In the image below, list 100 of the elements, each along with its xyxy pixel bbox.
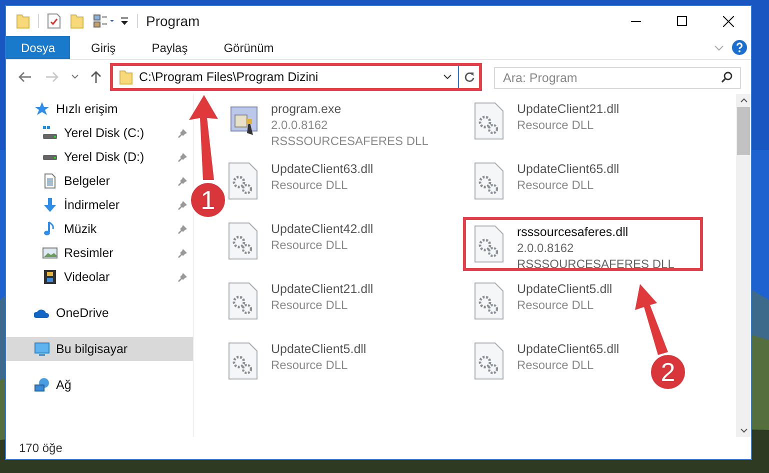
forward-icon[interactable] [45,71,59,83]
scrollbar[interactable] [736,94,751,437]
window-title: Program [146,12,200,31]
maximize-icon [677,16,687,26]
item-count: 170 öğe [19,440,62,457]
pin-icon[interactable] [178,248,187,258]
download-icon [42,197,58,213]
network-icon [34,377,50,393]
file-detail: Resource DLL [271,177,349,193]
dropdown-icon[interactable] [443,74,452,80]
sidebar-label: OneDrive [56,304,109,322]
film-icon [42,269,58,285]
star-icon [34,101,50,117]
annotation-arrow [635,284,668,355]
sidebar-label: İndirmeler [64,196,120,214]
file-name: UpdateClient21.dll [517,101,620,117]
pin-icon[interactable] [178,224,187,234]
help-icon[interactable] [732,40,747,55]
file-name: UpdateClient5.dll [271,341,366,357]
recent-locations-icon[interactable] [71,74,79,80]
properties-icon[interactable] [47,13,61,29]
file-name: program.exe [271,101,342,117]
sidebar-label: Yerel Disk (D:) [64,148,144,166]
file-name: UpdateClient5.dll [517,281,612,297]
sidebar-label: Bu bilgisayar [56,340,128,358]
sidebar-item[interactable]: Videolar [6,265,193,289]
pin-icon[interactable] [178,200,187,210]
file-name: UpdateClient21.dll [271,281,374,297]
file-item[interactable]: program.exe 2.0.0.8162 RSSSOURCESAFERES DLL [223,97,432,151]
sidebar-item[interactable]: Yerel Disk (C:) [6,121,193,145]
ribbon-tab[interactable]: Görünüm [208,36,289,59]
step-badge: 2 [649,353,687,391]
file-detail: RSSSOURCESAFERES DLL [517,256,674,272]
sidebar-label: Müzik [64,220,97,238]
scroll-down-icon[interactable] [740,428,748,433]
document-icon [42,173,58,189]
new-folder-icon[interactable] [70,13,84,29]
sidebar-item[interactable]: Ağ [6,373,193,397]
sidebar-item[interactable]: OneDrive [6,301,193,325]
up-icon[interactable] [90,70,102,84]
step-badge: 1 [189,181,227,219]
sidebar-label: Yerel Disk (C:) [64,124,144,142]
file-detail: Resource DLL [517,177,595,193]
file-detail: RSSSOURCESAFERES DLL [271,133,428,149]
sidebar-label: Belgeler [64,172,110,190]
sidebar-item[interactable]: Yerel Disk (D:) [6,145,193,169]
drive-icon [42,125,58,141]
file-detail: Resource DLL [271,237,349,253]
customize-toolbar-icon[interactable] [120,16,129,26]
file-item[interactable]: UpdateClient21.dll Resource DLL [223,277,378,331]
file-detail: 2.0.0.8162 [517,240,575,256]
address-path: C:\Program Files\Program Dizini [139,68,318,86]
back-icon[interactable] [18,71,32,83]
file-name: UpdateClient65.dll [517,161,620,177]
scroll-up-icon[interactable] [740,98,748,103]
ribbon-tab[interactable]: Giriş [76,36,131,59]
file-name: UpdateClient65.dll [517,341,620,357]
file-detail: Resource DLL [271,297,349,313]
sidebar-label: Videolar [64,268,110,286]
file-detail: Resource DLL [517,117,595,133]
file-name: UpdateClient63.dll [271,161,374,177]
expand-ribbon-icon[interactable] [714,44,724,50]
pin-icon[interactable] [178,152,187,162]
file-item[interactable]: UpdateClient21.dll Resource DLL [469,97,624,151]
sidebar-label: Ağ [56,376,72,394]
sidebar-item[interactable]: Müzik [6,217,193,241]
file-item[interactable]: UpdateClient42.dll Resource DLL [223,217,378,271]
sidebar-item[interactable]: Resimler [6,241,193,265]
file-detail: Resource DLL [517,297,595,313]
search-icon [721,71,733,83]
computer-icon [34,341,50,357]
sidebar-item[interactable]: Hızlı erişim [6,97,193,121]
pin-icon[interactable] [178,176,187,186]
file-item[interactable]: UpdateClient65.dll Resource DLL [469,337,624,391]
minimize-icon [631,20,641,22]
sidebar-label: Hızlı erişim [56,100,118,118]
close-icon [722,16,734,26]
ribbon-tab[interactable]: Paylaş [136,36,203,59]
pin-icon[interactable] [178,128,187,138]
file-item[interactable]: rsssourcesaferes.dll 2.0.0.8162 RSSSOURCESAFERES DLL [463,217,703,271]
file-detail: Resource DLL [517,357,595,373]
scroll-thumb[interactable] [737,107,750,155]
address-bar[interactable]: C:\Program Files\Program Dizini [110,63,482,91]
folder-icon [119,69,133,85]
file-name: UpdateClient42.dll [271,221,374,237]
file-detail: Resource DLL [271,357,349,373]
sidebar-label: Resimler [64,244,114,262]
file-name: rsssourcesaferes.dll [517,224,630,240]
file-item[interactable]: UpdateClient5.dll Resource DLL [469,277,616,331]
ribbon-tab[interactable]: Dosya [6,36,70,59]
drive-icon [43,154,57,160]
file-item[interactable]: UpdateClient65.dll Resource DLL [469,157,624,211]
pin-icon[interactable] [178,272,187,282]
pictures-icon [42,245,58,261]
refresh-icon [464,71,474,83]
file-item[interactable]: UpdateClient5.dll Resource DLL [223,337,370,391]
sidebar-item[interactable]: Bu bilgisayar [6,337,193,361]
folder-icon[interactable] [16,13,30,29]
view-icon[interactable] [93,13,115,29]
search-field[interactable]: Ara: Program [494,67,741,89]
